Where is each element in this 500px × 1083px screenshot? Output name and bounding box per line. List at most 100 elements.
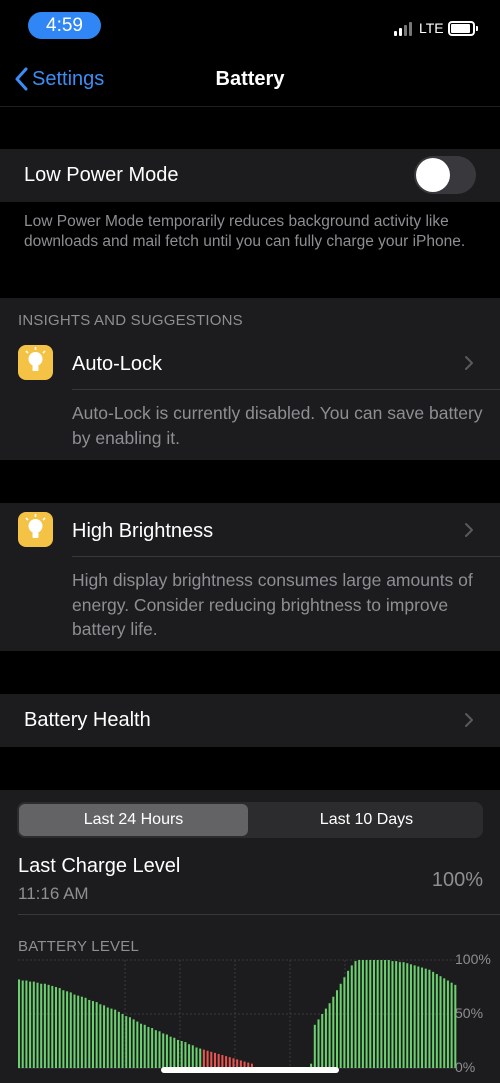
status-time[interactable]: 4:59 [28, 12, 101, 39]
low-power-mode-footer: Low Power Mode temporarily reduces backg… [24, 213, 466, 250]
battery-level-bar [151, 1028, 154, 1068]
battery-level-bar [29, 981, 32, 1068]
divider [72, 556, 500, 557]
battery-level-bar [136, 1021, 139, 1068]
battery-level-bar [143, 1024, 146, 1068]
cellular-signal-icon [394, 22, 414, 36]
battery-level-bar [51, 985, 54, 1068]
charging-bar [343, 977, 346, 1068]
battery-level-bar [213, 1052, 216, 1068]
battery-level-bar [32, 981, 35, 1068]
battery-level-bar [195, 1047, 198, 1068]
charging-bar [369, 960, 372, 1068]
status-bar: 4:59 LTE [0, 0, 500, 50]
home-indicator [161, 1067, 339, 1073]
charging-bar [328, 1003, 331, 1068]
charging-bar [347, 970, 350, 1068]
battery-level-bar [125, 1016, 128, 1068]
chart-header: BATTERY LEVEL [18, 938, 139, 955]
battery-level-bar [58, 988, 61, 1068]
charging-bar [387, 960, 390, 1068]
battery-level-chart [18, 959, 458, 1069]
lightbulb-icon [18, 512, 53, 547]
charging-bar [335, 990, 339, 1068]
battery-level-bar [84, 997, 87, 1068]
charging-bar [417, 966, 420, 1068]
battery-level-bar [77, 995, 80, 1068]
tab-last-24-hours[interactable]: Last 24 Hours [19, 804, 248, 836]
auto-lock-detail: Auto-Lock is currently disabled. You can… [72, 403, 483, 448]
charging-bar [380, 960, 383, 1068]
charging-bar [339, 983, 342, 1068]
low-power-mode-toggle[interactable] [414, 156, 476, 194]
battery-level-bar [173, 1037, 176, 1068]
high-brightness-row[interactable]: High Brightness [0, 506, 500, 556]
charging-bar [421, 967, 424, 1068]
battery-level-bar [114, 1009, 117, 1068]
battery-level-bar [180, 1041, 183, 1068]
auto-lock-row[interactable]: Auto-Lock [0, 340, 500, 390]
battery-health-label: Battery Health [24, 709, 151, 731]
battery-level-bar [80, 996, 83, 1068]
battery-level-bar [191, 1045, 194, 1068]
battery-level-bar [21, 980, 24, 1068]
charging-bar [409, 964, 412, 1068]
battery-level-bar [165, 1034, 168, 1068]
charging-bar [321, 1014, 324, 1068]
battery-level-bar [18, 979, 21, 1068]
charging-bar [454, 984, 457, 1068]
y-tick-label: 0% [455, 1059, 476, 1075]
battery-level-bar [158, 1031, 161, 1068]
charging-bar [435, 974, 438, 1068]
charging-bar [372, 960, 375, 1068]
charging-bar [332, 996, 335, 1068]
charging-bar [450, 982, 453, 1068]
chevron-right-icon [465, 356, 473, 370]
battery-level-bar [140, 1023, 143, 1068]
battery-level-bar [88, 999, 91, 1068]
charging-bar [317, 1019, 320, 1068]
auto-lock-title: Auto-Lock [72, 353, 163, 375]
battery-level-bar [154, 1030, 157, 1068]
toggle-knob [416, 158, 450, 192]
battery-level-bar [188, 1044, 191, 1068]
battery-level-bar [128, 1017, 131, 1068]
battery-health-row[interactable]: Battery Health [0, 694, 500, 747]
battery-level-bar [206, 1050, 209, 1068]
battery-level-bar [43, 983, 46, 1068]
y-tick-label: 50% [455, 1005, 484, 1021]
last-charge-label: Last Charge Level [18, 855, 181, 877]
battery-level-bar [117, 1011, 120, 1068]
battery-level-bar [169, 1036, 172, 1068]
high-brightness-title: High Brightness [72, 520, 214, 542]
battery-level-bar [217, 1053, 220, 1068]
last-charge-time: 11:16 AM [18, 884, 89, 903]
low-power-mode-label: Low Power Mode [24, 164, 179, 186]
charging-bar [428, 969, 431, 1068]
tab-last-10-days[interactable]: Last 10 Days [252, 804, 481, 836]
charging-bar [446, 980, 449, 1068]
charging-bar [398, 962, 401, 1068]
battery-level-bar [66, 991, 69, 1068]
battery-level-bar [40, 983, 43, 1068]
battery-level-bar [54, 987, 57, 1068]
battery-level-bar [25, 980, 28, 1068]
divider [72, 389, 500, 390]
battery-level-bar [36, 982, 39, 1068]
chevron-right-icon [465, 713, 473, 727]
battery-level-bar [132, 1019, 135, 1068]
battery-level-bar [95, 1002, 98, 1068]
y-tick-label: 100% [455, 951, 491, 967]
charging-bar [358, 960, 361, 1068]
charging-bar [443, 978, 446, 1068]
charging-bar [376, 960, 379, 1068]
battery-level-bar [210, 1051, 213, 1068]
battery-level-bar [162, 1033, 165, 1068]
battery-level-bar [91, 1001, 94, 1068]
insights-header: INSIGHTS AND SUGGESTIONS [18, 312, 243, 329]
battery-level-bar [110, 1008, 113, 1068]
charging-bar [413, 965, 416, 1068]
charging-bar [424, 968, 427, 1068]
network-type: LTE [419, 20, 444, 36]
battery-level-bar [199, 1048, 202, 1068]
